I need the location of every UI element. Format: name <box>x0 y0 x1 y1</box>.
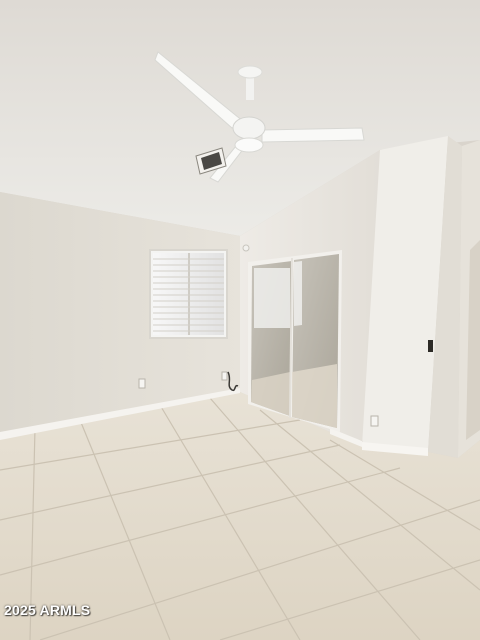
room-illustration <box>0 0 480 640</box>
empty-bedroom-photo: 2025 ARMLS <box>0 0 480 640</box>
watermark: 2025 ARMLS <box>4 602 91 618</box>
mirrored-closet-doors <box>248 250 342 432</box>
power-outlet-icon <box>221 371 228 381</box>
power-outlet-icon <box>370 415 379 427</box>
power-outlet-icon <box>138 378 146 389</box>
smoke-detector <box>242 244 250 252</box>
light-switch <box>428 340 433 352</box>
window-blinds-icon <box>149 249 228 339</box>
